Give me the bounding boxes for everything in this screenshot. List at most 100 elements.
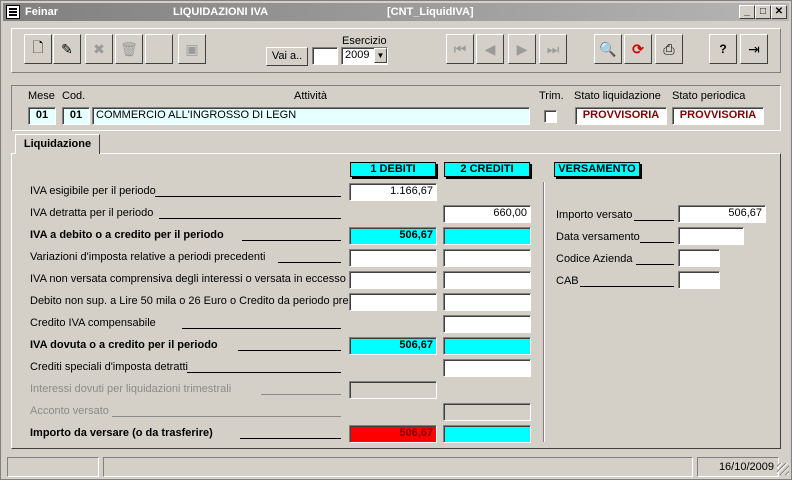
goto-button[interactable]: Vai a.. <box>266 47 308 66</box>
row-underline <box>261 394 341 395</box>
form-id: [CNT_LiquidIVA] <box>387 6 474 18</box>
minimize-icon[interactable]: _ <box>739 5 755 19</box>
save-button[interactable]: ▣ <box>178 34 206 64</box>
row-crediti-field[interactable] <box>443 359 531 377</box>
next-record-icon: ▶ <box>516 40 528 57</box>
window-title: LIQUIDAZIONI IVA <box>173 6 269 18</box>
preview-button[interactable]: 🔍 <box>594 34 622 64</box>
row-crediti-field[interactable] <box>443 249 531 267</box>
importo-versato-field[interactable]: 506,67 <box>678 205 766 223</box>
row-debiti-field <box>349 381 437 399</box>
row-label: Acconto versato <box>30 405 109 417</box>
row-underline <box>278 262 341 263</box>
row-underline <box>187 372 341 373</box>
help-button[interactable]: ? <box>709 34 737 64</box>
maximize-icon[interactable]: □ <box>755 5 771 19</box>
row-label: Interessi dovuti per liquidazioni trimes… <box>30 383 232 395</box>
previous-record-icon: ◀ <box>484 40 496 57</box>
goto-input[interactable] <box>312 47 338 65</box>
first-record-button[interactable]: ⏮ <box>446 34 474 64</box>
row-debiti-field[interactable] <box>349 271 437 289</box>
debiti-column-header: 1 DEBITI <box>350 162 436 177</box>
row-crediti-field[interactable] <box>443 227 531 245</box>
row-debiti-field[interactable] <box>349 293 437 311</box>
edit-record-button[interactable]: ✎ <box>53 34 81 64</box>
row-crediti-field <box>443 403 531 421</box>
cod-label: Cod. <box>62 90 86 102</box>
row-crediti-field[interactable] <box>443 271 531 289</box>
delete-button[interactable]: 🗑 <box>115 34 143 64</box>
stato-liquidazione-label: Stato liquidazione <box>574 90 661 102</box>
mese-label: Mese <box>28 90 55 102</box>
cab-label: CAB <box>556 275 579 287</box>
row-label: IVA detratta per il periodo <box>30 207 154 219</box>
row-underline <box>182 328 341 329</box>
row-crediti-field[interactable] <box>443 425 531 443</box>
crediti-column-header: 2 CREDITI <box>444 162 530 177</box>
row-debiti-field[interactable] <box>349 249 437 267</box>
refresh-button[interactable]: ⟳ <box>624 34 652 64</box>
row-crediti-field[interactable] <box>443 337 531 355</box>
exit-icon: ⇥ <box>748 40 760 57</box>
new-record-icon: 🗋 <box>32 39 44 55</box>
row-underline <box>240 438 341 439</box>
row-debiti-field[interactable]: 506,67 <box>349 227 437 245</box>
cancel-button[interactable]: ✖ <box>85 34 113 64</box>
row-underline <box>155 196 341 197</box>
trim-label: Trim. <box>539 90 564 102</box>
row-crediti-field[interactable]: 660,00 <box>443 205 531 223</box>
tab-liquidazione[interactable]: Liquidazione <box>15 134 100 154</box>
previous-record-button[interactable]: ◀ <box>476 34 504 64</box>
row-label: IVA esigibile per il periodo <box>30 185 156 197</box>
stato-periodica-label: Stato periodica <box>672 90 746 102</box>
toolbar: 🗋 ✎ ✖ 🗑 ▣ Vai a.. Esercizio 2009 ▼ ⏮ ◀ ▶… <box>11 28 781 73</box>
status-pane-2 <box>103 457 693 477</box>
esercizio-select[interactable]: 2009 ▼ <box>341 47 388 65</box>
trim-checkbox[interactable] <box>544 110 557 123</box>
status-pane-1 <box>7 457 99 477</box>
row-label: Variazioni d'imposta relative a periodi … <box>30 251 266 263</box>
last-record-icon: ⏭ <box>546 40 560 57</box>
row-label: Crediti speciali d'imposta detratti <box>30 361 189 373</box>
row-debiti-field[interactable]: 506,67 <box>349 425 437 443</box>
resize-grip-icon[interactable] <box>777 463 789 475</box>
mese-field[interactable]: 01 <box>28 107 56 125</box>
stato-liquidazione-field: PROVVISORIA <box>575 107 667 125</box>
attivita-label: Attività <box>294 90 328 102</box>
row-label: IVA dovuta o a credito per il periodo <box>30 339 218 351</box>
codice-azienda-field[interactable] <box>678 249 720 267</box>
row-label: IVA non versata comprensiva degli intere… <box>30 273 346 285</box>
system-menu-icon[interactable] <box>6 5 20 19</box>
stato-periodica-field: PROVVISORIA <box>672 107 764 125</box>
first-record-icon: ⏮ <box>453 40 467 57</box>
liquidazione-panel: 1 DEBITI 2 CREDITI VERSAMENTO IVA esigib… <box>11 153 781 449</box>
esercizio-value: 2009 <box>345 49 370 61</box>
attivita-field[interactable]: COMMERCIO ALL'INGROSSO DI LEGN <box>92 107 530 125</box>
blank-button[interactable] <box>145 34 173 64</box>
data-versamento-field[interactable] <box>678 227 744 245</box>
edit-record-icon: ✎ <box>61 40 73 57</box>
data-versamento-label: Data versamento <box>556 231 640 243</box>
importo-versato-label: Importo versato <box>556 209 633 221</box>
row-debiti-field[interactable]: 506,67 <box>349 337 437 355</box>
next-record-button[interactable]: ▶ <box>508 34 536 64</box>
cod-field[interactable]: 01 <box>62 107 90 125</box>
codice-azienda-underline <box>636 264 674 265</box>
new-record-button[interactable]: 🗋 <box>24 34 52 64</box>
chevron-down-icon[interactable]: ▼ <box>374 48 387 63</box>
row-label: Credito IVA compensabile <box>30 317 156 329</box>
versamento-column-header: VERSAMENTO <box>554 162 640 177</box>
row-debiti-field[interactable]: 1.166,67 <box>349 183 437 201</box>
delete-icon: 🗑 <box>120 40 138 57</box>
cab-field[interactable] <box>678 271 720 289</box>
row-underline <box>112 416 341 417</box>
close-icon[interactable]: ✕ <box>771 5 787 19</box>
row-crediti-field[interactable] <box>443 315 531 333</box>
row-underline <box>242 240 341 241</box>
print-button[interactable]: ⎙ <box>655 34 683 64</box>
row-crediti-field[interactable] <box>443 293 531 311</box>
cab-underline <box>580 286 674 287</box>
exit-button[interactable]: ⇥ <box>740 34 768 64</box>
last-record-button[interactable]: ⏭ <box>539 34 567 64</box>
application-window: Feinar LIQUIDAZIONI IVA [CNT_LiquidIVA] … <box>0 0 792 480</box>
